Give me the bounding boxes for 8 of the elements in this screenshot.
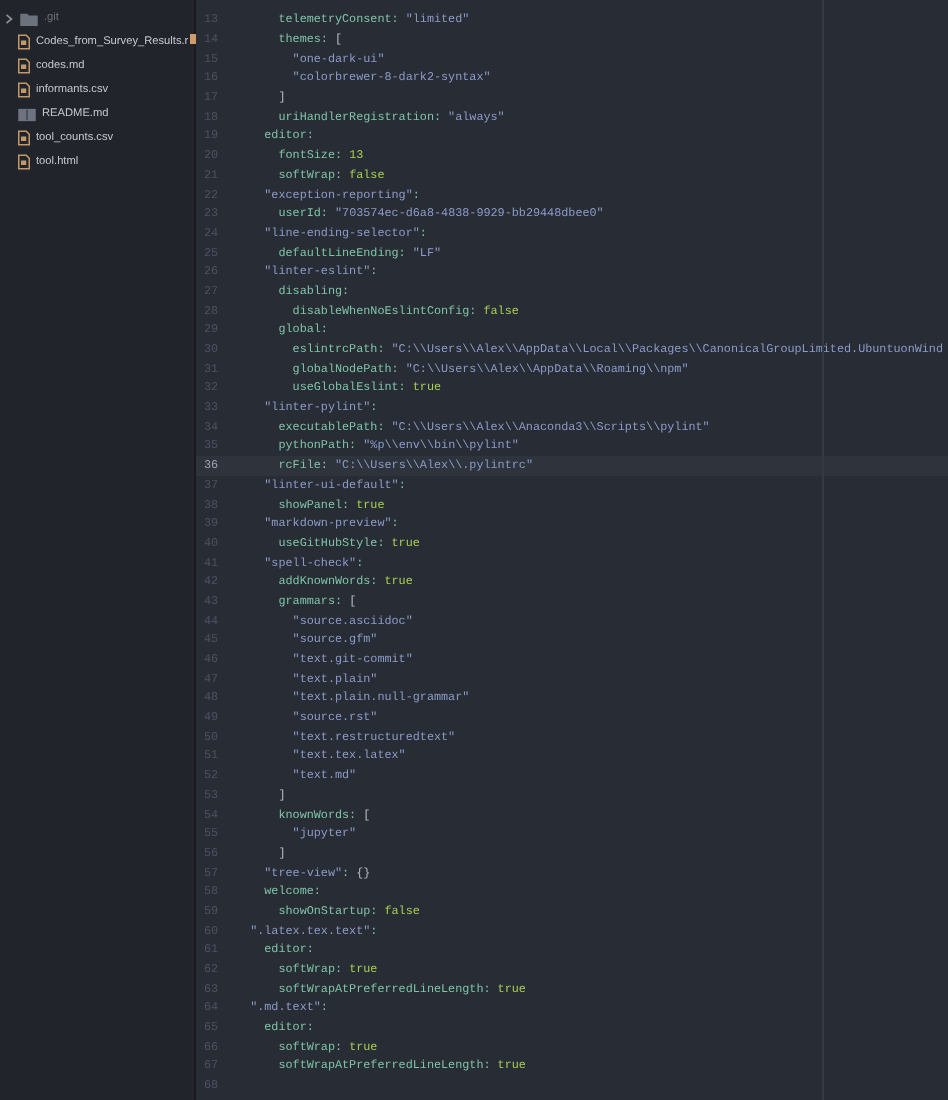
file-icon (18, 58, 30, 74)
chevron-icon[interactable] (4, 13, 14, 23)
file-icon (18, 154, 30, 170)
file-icon (18, 82, 30, 98)
book-icon (18, 107, 36, 121)
file-icon (18, 130, 30, 146)
file-icon (18, 34, 30, 50)
folder-icon (20, 11, 38, 25)
